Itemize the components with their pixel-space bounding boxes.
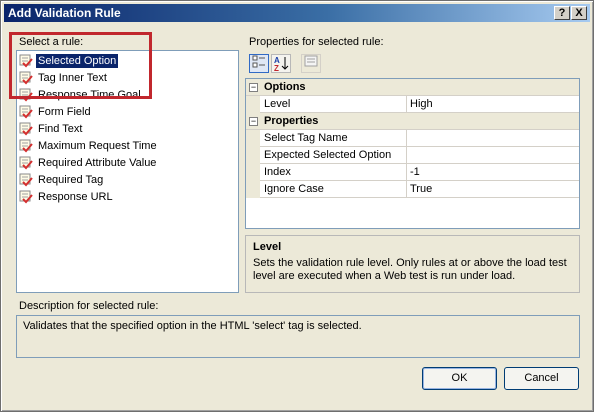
validation-rule-icon bbox=[19, 71, 33, 85]
ok-button[interactable]: OK bbox=[422, 367, 497, 390]
svg-text:Z: Z bbox=[274, 64, 279, 71]
rule-list-item[interactable]: Maximum Request Time bbox=[19, 138, 159, 154]
rule-list-item[interactable]: Response Time Goal bbox=[19, 87, 143, 103]
validation-rule-icon bbox=[19, 54, 33, 68]
collapse-options-icon[interactable]: − bbox=[249, 83, 258, 92]
rule-list-item[interactable]: Response URL bbox=[19, 189, 115, 205]
validation-rule-icon bbox=[19, 173, 33, 187]
title-bar[interactable]: Add Validation Rule ? X bbox=[4, 4, 590, 22]
window-title: Add Validation Rule bbox=[8, 6, 121, 20]
category-properties[interactable]: − Properties bbox=[246, 113, 579, 130]
rule-list-item-label: Required Tag bbox=[38, 174, 104, 186]
cancel-button[interactable]: Cancel bbox=[504, 367, 579, 390]
property-row-index[interactable]: Index -1 bbox=[246, 164, 579, 181]
rule-description-text: Validates that the specified option in t… bbox=[23, 320, 362, 332]
column-separator bbox=[406, 147, 407, 164]
property-name: Ignore Case bbox=[264, 183, 324, 195]
validation-rule-icon bbox=[19, 105, 33, 119]
property-grid[interactable]: − Options Level High − Properties Select… bbox=[245, 78, 580, 229]
column-separator bbox=[406, 181, 407, 198]
row-gutter bbox=[246, 164, 260, 181]
alphabetical-view-button[interactable]: A Z bbox=[271, 54, 291, 73]
validation-rule-icon bbox=[19, 190, 33, 204]
row-gutter bbox=[246, 181, 260, 198]
rule-description-box: Validates that the specified option in t… bbox=[16, 315, 580, 358]
validation-rule-icon bbox=[19, 88, 33, 102]
property-name: Level bbox=[264, 98, 291, 110]
property-name: Expected Selected Option bbox=[264, 149, 392, 161]
rule-list-item[interactable]: Required Attribute Value bbox=[19, 155, 158, 171]
property-help-pane: Level Sets the validation rule level. On… bbox=[245, 235, 580, 293]
column-separator bbox=[406, 130, 407, 147]
column-separator bbox=[406, 164, 407, 181]
rule-list-item[interactable]: Selected Option bbox=[19, 53, 120, 69]
property-row-expected-selected-option[interactable]: Expected Selected Option bbox=[246, 147, 579, 164]
category-options[interactable]: − Options bbox=[246, 79, 579, 96]
rule-list-item-label: Maximum Request Time bbox=[38, 140, 157, 152]
sort-alphabetical-icon: A Z bbox=[274, 56, 289, 73]
property-pages-icon bbox=[304, 55, 318, 67]
category-options-label: Options bbox=[264, 81, 306, 93]
categorized-icon bbox=[252, 55, 265, 68]
select-rule-label: Select a rule: bbox=[19, 36, 84, 48]
row-gutter bbox=[246, 147, 260, 164]
property-row-level[interactable]: Level High bbox=[246, 96, 579, 113]
row-gutter bbox=[246, 96, 260, 113]
row-gutter bbox=[246, 130, 260, 147]
property-row-select-tag-name[interactable]: Select Tag Name bbox=[246, 130, 579, 147]
help-button[interactable]: ? bbox=[554, 6, 570, 20]
validation-rule-icon bbox=[19, 139, 33, 153]
rule-list-item[interactable]: Form Field bbox=[19, 104, 93, 120]
rule-list-item[interactable]: Tag Inner Text bbox=[19, 70, 109, 86]
property-value[interactable]: -1 bbox=[410, 166, 420, 178]
property-help-title: Level bbox=[253, 241, 282, 253]
rule-list-item-label: Required Attribute Value bbox=[38, 157, 157, 169]
rule-list-item-label: Selected Option bbox=[34, 53, 120, 69]
property-value[interactable]: High bbox=[410, 98, 433, 110]
rule-list[interactable]: Selected Option Tag Inner Text Response Ti… bbox=[16, 50, 239, 293]
property-row-ignore-case[interactable]: Ignore Case True bbox=[246, 181, 579, 198]
rule-list-item-label: Form Field bbox=[38, 106, 91, 118]
rule-list-item-label: Find Text bbox=[38, 123, 83, 135]
property-help-text: Sets the validation rule level. Only rul… bbox=[253, 257, 567, 282]
validation-rule-icon bbox=[19, 156, 33, 170]
rule-list-item[interactable]: Find Text bbox=[19, 121, 84, 137]
rule-list-item-label: Response Time Goal bbox=[38, 89, 141, 101]
rule-list-item[interactable]: Required Tag bbox=[19, 172, 105, 188]
rule-list-item-label: Response URL bbox=[38, 191, 113, 203]
validation-rule-icon bbox=[19, 122, 33, 136]
rule-list-item-label: Tag Inner Text bbox=[38, 72, 107, 84]
property-pages-button[interactable] bbox=[301, 54, 321, 73]
close-button[interactable]: X bbox=[571, 6, 587, 20]
property-name: Select Tag Name bbox=[264, 132, 348, 144]
collapse-properties-icon[interactable]: − bbox=[249, 117, 258, 126]
add-validation-rule-dialog: Add Validation Rule ? X Select a rule: S… bbox=[0, 0, 594, 412]
column-separator bbox=[406, 96, 407, 113]
property-name: Index bbox=[264, 166, 291, 178]
properties-label: Properties for selected rule: bbox=[249, 36, 384, 48]
rule-description-label: Description for selected rule: bbox=[19, 300, 159, 312]
categorized-view-button[interactable] bbox=[249, 54, 269, 73]
property-value[interactable]: True bbox=[410, 183, 432, 195]
category-properties-label: Properties bbox=[264, 115, 319, 127]
